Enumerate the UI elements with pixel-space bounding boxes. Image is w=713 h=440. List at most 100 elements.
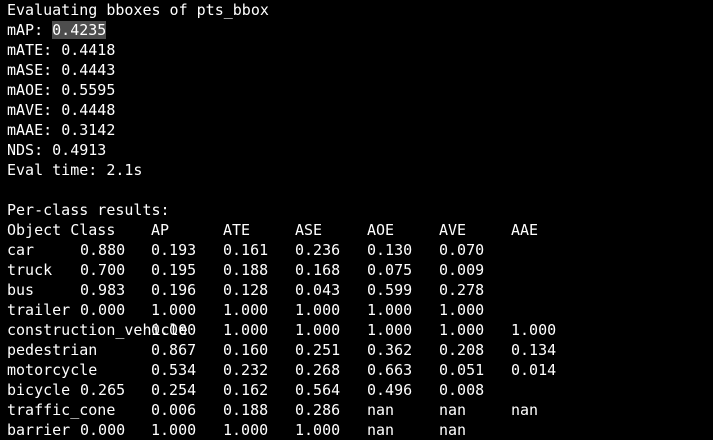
value-cell: 0.278 <box>439 281 485 299</box>
value-cell: 0.000 <box>80 301 126 319</box>
value-cell: 0.534 <box>151 361 197 379</box>
value-cell: 0.009 <box>439 261 485 279</box>
value-cell: 1.000 <box>223 321 269 339</box>
metric-line: mAVE: 0.4448 <box>7 100 115 120</box>
value-cell: 0.867 <box>151 341 197 359</box>
metric-value: 2.1s <box>106 161 143 179</box>
class-name-cell: car <box>7 241 35 259</box>
metric-value: 0.5595 <box>61 81 116 99</box>
value-cell: 0.208 <box>439 341 485 359</box>
class-name-cell: motorcycle <box>7 361 98 379</box>
terminal-window[interactable]: Evaluating bboxes of pts_bbox mAP: 0.423… <box>0 0 713 440</box>
value-cell: 0.599 <box>367 281 413 299</box>
value-cell: 0.196 <box>151 281 197 299</box>
value-cell: 0.193 <box>151 241 197 259</box>
metric-label: mASE: <box>7 61 62 79</box>
value-cell: 0.000 <box>80 421 126 439</box>
metric-label: mAVE: <box>7 101 62 119</box>
value-cell: 0.000 <box>151 321 197 339</box>
column-header: AP <box>151 221 170 239</box>
metric-line: mASE: 0.4443 <box>7 60 115 80</box>
value-cell: 0.188 <box>223 261 269 279</box>
value-cell: nan <box>439 421 467 439</box>
value-cell: 0.043 <box>295 281 341 299</box>
value-cell: 1.000 <box>223 301 269 319</box>
value-cell: 0.232 <box>223 361 269 379</box>
value-cell: nan <box>511 401 539 419</box>
value-cell: 0.168 <box>295 261 341 279</box>
class-name-cell: trailer <box>7 301 71 319</box>
value-cell: nan <box>439 401 467 419</box>
value-cell: 1.000 <box>511 321 557 339</box>
metric-value: 0.4448 <box>61 101 116 119</box>
value-cell: 1.000 <box>223 421 269 439</box>
column-header: Object Class <box>7 221 116 239</box>
value-cell: 1.000 <box>367 321 413 339</box>
metric-value: 0.4913 <box>52 141 107 159</box>
metric-label: mAOE: <box>7 81 62 99</box>
metric-line: mAAE: 0.3142 <box>7 120 115 140</box>
value-cell: 0.070 <box>439 241 485 259</box>
value-cell: 0.496 <box>367 381 413 399</box>
metric-line: mATE: 0.4418 <box>7 40 115 60</box>
metric-label: Eval time: <box>7 161 107 179</box>
class-name-cell: bus <box>7 281 35 299</box>
value-cell: 0.268 <box>295 361 341 379</box>
value-cell: 0.251 <box>295 341 341 359</box>
value-cell: 0.162 <box>223 381 269 399</box>
value-cell: 1.000 <box>295 421 341 439</box>
value-cell: 0.564 <box>295 381 341 399</box>
value-cell: 0.195 <box>151 261 197 279</box>
per-class-title: Per-class results: <box>7 201 170 219</box>
value-cell: 0.006 <box>151 401 197 419</box>
value-cell: 0.236 <box>295 241 341 259</box>
metric-value: 0.3142 <box>61 121 116 139</box>
value-cell: 0.700 <box>80 261 126 279</box>
value-cell: 0.188 <box>223 401 269 419</box>
value-cell: 0.051 <box>439 361 485 379</box>
value-cell: 0.983 <box>80 281 126 299</box>
eval-header: Evaluating bboxes of pts_bbox <box>7 1 269 19</box>
column-header: AAE <box>511 221 539 239</box>
value-cell: 0.128 <box>223 281 269 299</box>
value-cell: nan <box>367 421 395 439</box>
metric-line: NDS: 0.4913 <box>7 140 106 160</box>
value-cell: 0.362 <box>367 341 413 359</box>
metric-value: 0.4443 <box>61 61 116 79</box>
class-name-cell: bicycle <box>7 381 71 399</box>
column-header: AVE <box>439 221 467 239</box>
metric-line: Eval time: 2.1s <box>7 160 142 180</box>
value-cell: 0.014 <box>511 361 557 379</box>
value-cell: 1.000 <box>295 301 341 319</box>
value-cell: 0.254 <box>151 381 197 399</box>
value-cell: 1.000 <box>439 321 485 339</box>
column-header: AOE <box>367 221 395 239</box>
column-header: ATE <box>223 221 251 239</box>
metric-value[interactable]: 0.4235 <box>52 21 107 39</box>
metric-label: NDS: <box>7 141 53 159</box>
class-name-cell: truck <box>7 261 53 279</box>
value-cell: 0.134 <box>511 341 557 359</box>
value-cell: 0.160 <box>223 341 269 359</box>
value-cell: 0.880 <box>80 241 126 259</box>
value-cell: 0.075 <box>367 261 413 279</box>
value-cell: 1.000 <box>295 321 341 339</box>
metric-line: mAP: 0.4235 <box>7 20 107 40</box>
metric-label: mAP: <box>7 21 53 39</box>
class-name-cell: pedestrian <box>7 341 98 359</box>
class-name-cell: barrier <box>7 421 71 439</box>
value-cell: 0.265 <box>80 381 126 399</box>
value-cell: nan <box>367 401 395 419</box>
metric-label: mAAE: <box>7 121 62 139</box>
value-cell: 1.000 <box>367 301 413 319</box>
metric-line: mAOE: 0.5595 <box>7 80 115 100</box>
column-header: ASE <box>295 221 323 239</box>
value-cell: 1.000 <box>151 301 197 319</box>
value-cell: 0.161 <box>223 241 269 259</box>
value-cell: 0.130 <box>367 241 413 259</box>
value-cell: 0.286 <box>295 401 341 419</box>
value-cell: 0.663 <box>367 361 413 379</box>
value-cell: 1.000 <box>151 421 197 439</box>
metric-value: 0.4418 <box>61 41 116 59</box>
value-cell: 1.000 <box>439 301 485 319</box>
